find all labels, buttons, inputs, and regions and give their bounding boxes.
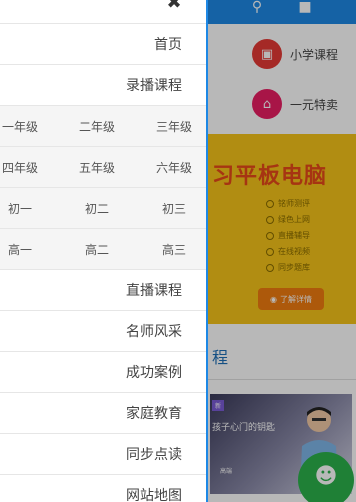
menu-item-live-courses[interactable]: 直播课程 — [0, 270, 206, 311]
menu-item-success-cases[interactable]: 成功案例 — [0, 352, 206, 393]
grade-row: 初一 初二 初三 — [0, 188, 206, 229]
grade-row: 一年级 二年级 三年级 — [0, 106, 206, 147]
grade-item[interactable]: 三年级 — [144, 106, 204, 147]
grade-item[interactable]: 二年级 — [67, 106, 127, 147]
menu-item-recorded-courses[interactable]: 录播课程 — [0, 65, 206, 106]
grade-row: 高一 高二 高三 — [0, 229, 206, 270]
drawer-header: ✖ — [0, 0, 206, 24]
close-icon[interactable]: ✖ — [164, 0, 184, 12]
side-drawer: ✖ 首页 录播课程 一年级 二年级 三年级 四年级 五年级 六年级 初一 初二 … — [0, 0, 208, 502]
grade-item[interactable]: 高一 — [0, 229, 50, 270]
menu-item-sync-reading[interactable]: 同步点读 — [0, 434, 206, 475]
grade-item[interactable]: 一年级 — [0, 106, 50, 147]
dim-overlay[interactable] — [208, 0, 356, 502]
grade-item[interactable]: 高三 — [144, 229, 204, 270]
grade-item[interactable]: 初一 — [0, 188, 50, 229]
grade-item[interactable]: 六年级 — [144, 147, 204, 188]
menu-item-sitemap[interactable]: 网站地图 — [0, 475, 206, 502]
background-page: ⚲ ■ ▣ 小学课程 ⌂ 一元特卖 习平板电脑 铭师测评 绿色上网 直播辅导 在… — [208, 0, 356, 502]
grade-item[interactable]: 高二 — [67, 229, 127, 270]
grade-item[interactable]: 五年级 — [67, 147, 127, 188]
menu-item-family-education[interactable]: 家庭教育 — [0, 393, 206, 434]
menu-item-teachers[interactable]: 名师风采 — [0, 311, 206, 352]
grade-item[interactable]: 四年级 — [0, 147, 50, 188]
grade-item[interactable]: 初三 — [144, 188, 204, 229]
grade-item[interactable]: 初二 — [67, 188, 127, 229]
menu-item-home[interactable]: 首页 — [0, 24, 206, 65]
grade-row: 四年级 五年级 六年级 — [0, 147, 206, 188]
